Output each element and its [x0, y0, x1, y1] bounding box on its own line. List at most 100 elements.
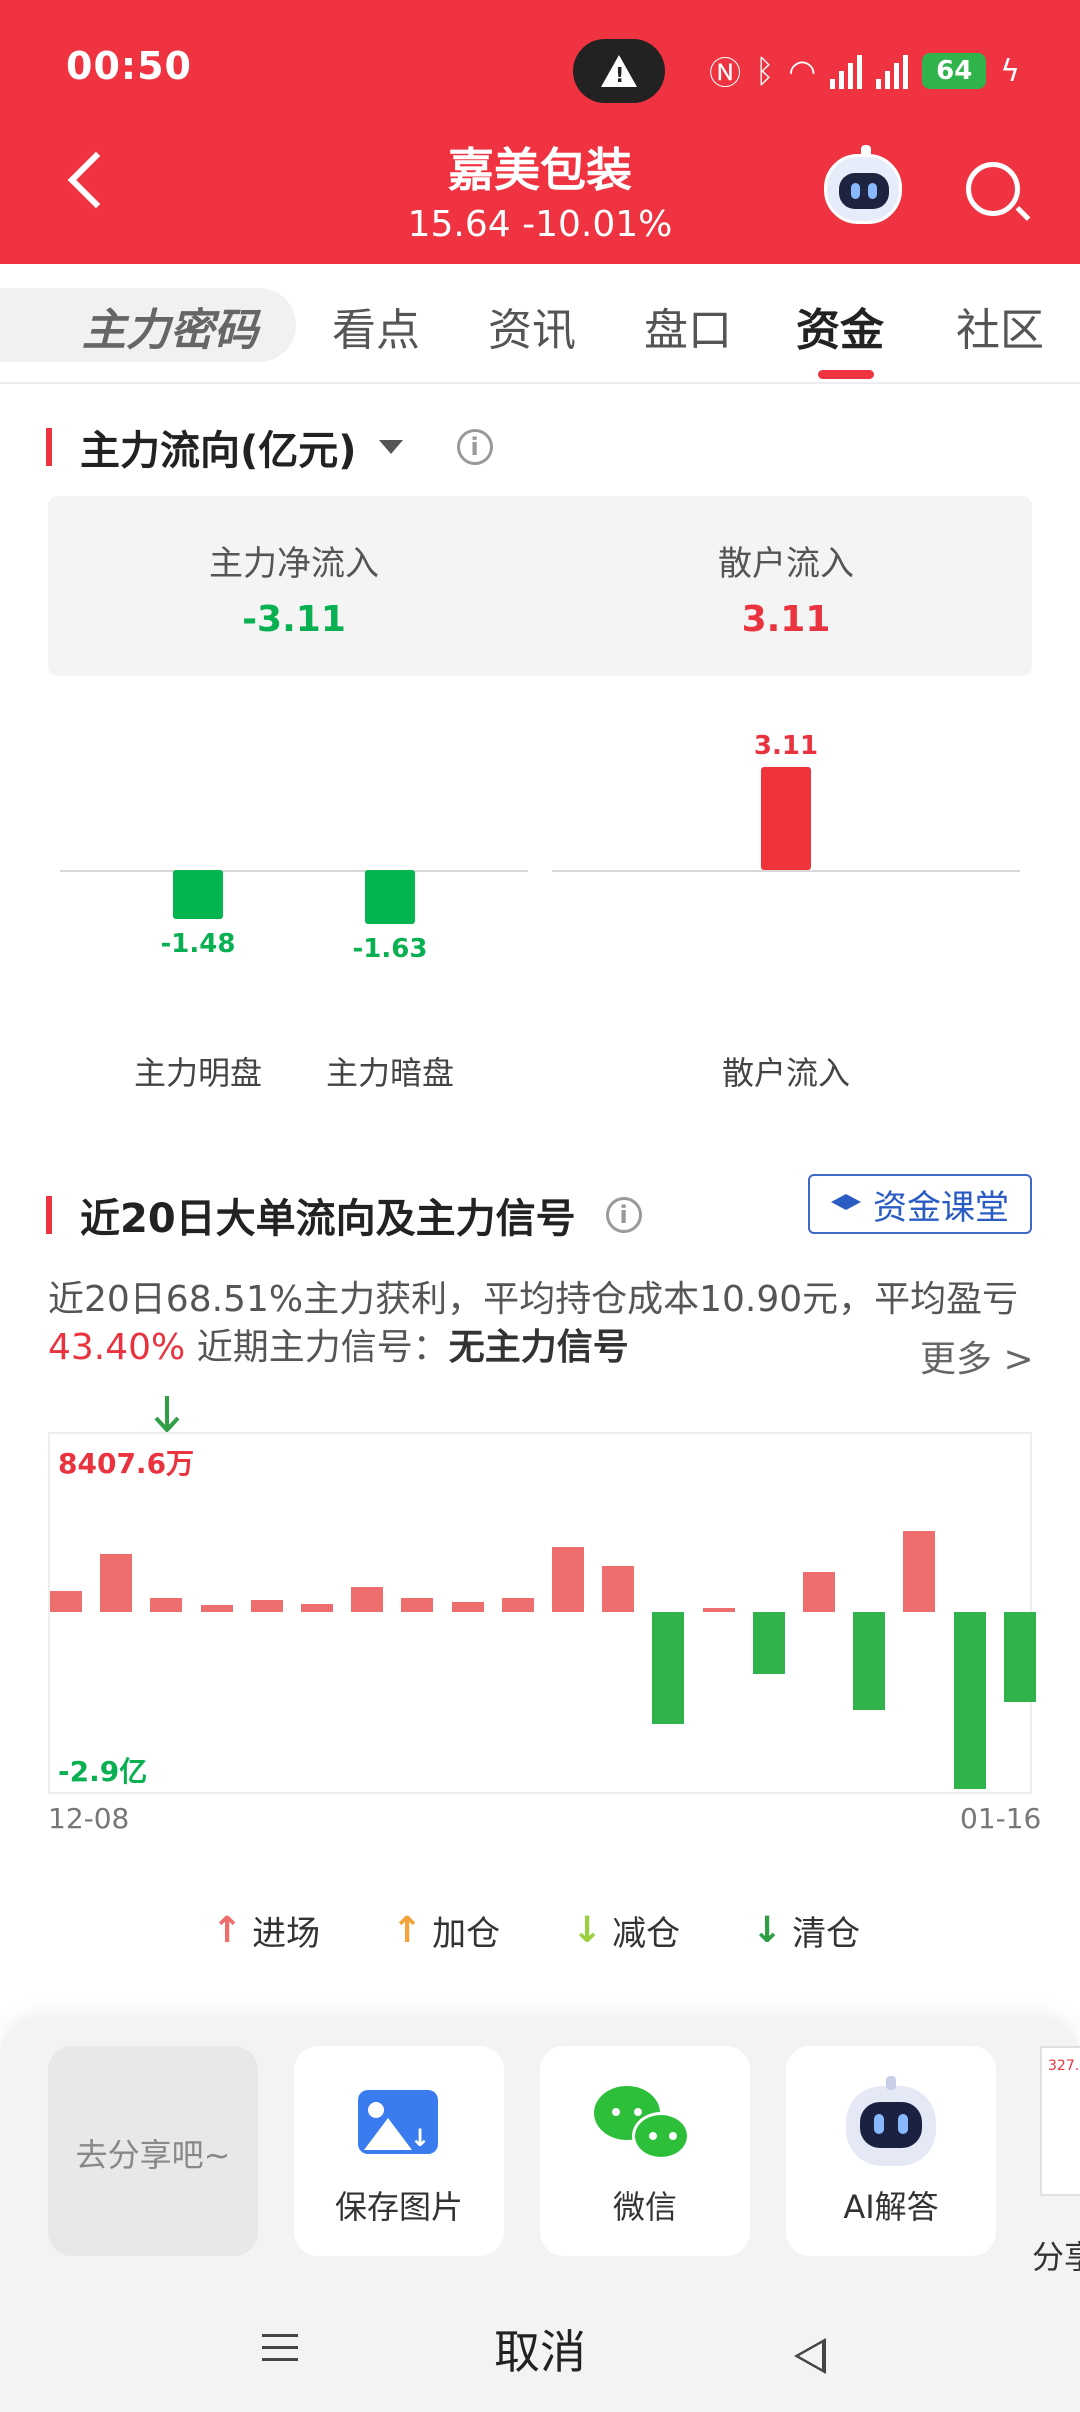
legend-entry: ↑ 加仓 [392, 1906, 500, 1955]
desc-mid: 近期主力信号： [185, 1327, 449, 1368]
share-thumbnail-text: 327.6 [1048, 2058, 1080, 2074]
tab-highlights[interactable]: 看点 [332, 294, 420, 358]
main-hidden-label: 主力暗盘 [325, 1054, 454, 1092]
retail-inflow-value: 3.11 [753, 731, 819, 762]
daily-flow-bar [702, 1607, 735, 1612]
search-icon[interactable] [966, 162, 1020, 216]
daily-flow-bar [853, 1612, 886, 1710]
chart-min-label: -2.9亿 [58, 1755, 148, 1788]
chart-max-label: 8407.6万 [58, 1447, 195, 1480]
desc-prefix: 近20日68.51%主力获利，平均持仓成本10.90元，平均盈亏 [48, 1279, 1019, 1320]
tab-community[interactable]: 社区 [956, 294, 1044, 358]
daily-flow-bar [50, 1591, 82, 1612]
tab-bar: 主力密码 看点 资讯 盘口 资金 社区 [0, 264, 1080, 384]
stock-quote: 15.64 -10.01% [407, 204, 673, 245]
legend-entry: ↑ 进场 [212, 1906, 320, 1955]
daily-flow-bar [501, 1598, 534, 1612]
flow-section-title[interactable]: 主力流向(亿元) [80, 418, 357, 476]
main-explicit-value: -1.48 [160, 928, 236, 959]
tab-main-code[interactable]: 主力密码 [82, 294, 258, 358]
legend-label: 进场 [252, 1914, 321, 1954]
ai-robot-icon[interactable] [824, 145, 902, 224]
nfc-icon: Ⓝ [709, 54, 742, 92]
navigation-bar: 取消 [0, 2290, 1080, 2400]
dropdown-icon[interactable] [378, 440, 403, 454]
flow-bar-chart: -1.48 主力明盘 -1.63 主力暗盘 3.11 散户流入 [0, 700, 1080, 1100]
wechat-button[interactable]: 微信 [540, 2046, 750, 2256]
share-placeholder-label: 去分享吧~ [75, 2136, 231, 2174]
wifi-icon: ◠ [788, 52, 817, 90]
ai-robot-icon [846, 2076, 936, 2166]
save-image-icon: ↓ [358, 2090, 438, 2154]
flow-axis-retail [552, 870, 1020, 872]
nav-back-icon[interactable] [794, 2338, 826, 2374]
charging-icon: ϟ [1000, 53, 1020, 89]
daily-flow-bar [200, 1605, 233, 1612]
daily-flow-bar [451, 1602, 484, 1612]
daily-flow-bar [100, 1554, 133, 1612]
wechat-label: 微信 [612, 2188, 677, 2226]
retail-inflow-value: 3.11 [741, 599, 831, 640]
main-net-inflow-value: -3.11 [242, 599, 346, 640]
signal-section-title: 近20日大单流向及主力信号 [80, 1196, 576, 1242]
daily-flow-bar [803, 1571, 835, 1612]
main-net-inflow-label: 主力净流入 [209, 544, 379, 584]
signal-down-arrow-icon [154, 1396, 180, 1433]
legend-label: 清仓 [792, 1914, 861, 1954]
funds-class-button[interactable]: 资金课堂 [808, 1174, 1032, 1234]
up-arrow-icon: ↑ [392, 1910, 423, 1951]
signal-icon-2 [876, 53, 909, 89]
ai-answer-button[interactable]: AI解答 [786, 2046, 996, 2256]
legend-label: 加仓 [432, 1914, 501, 1954]
daily-flow-bar [250, 1599, 283, 1612]
flow-section-header: 主力流向(亿元) i [46, 418, 493, 476]
battery-icon: 64 [922, 53, 987, 89]
legend-entry: ↓ 减仓 [572, 1906, 680, 1955]
info-icon[interactable]: i [456, 429, 493, 465]
share-thumbnail[interactable]: 327.6 [1040, 2046, 1080, 2196]
more-link[interactable]: 更多 > [920, 1330, 1034, 1382]
daily-flow-bar [953, 1612, 986, 1789]
save-image-label: 保存图片 [334, 2188, 463, 2226]
twenty-day-chart: 8407.6万 -2.9亿 [48, 1432, 1036, 1794]
daily-flow-bar [652, 1612, 685, 1724]
x-start-label: 12-08 [48, 1802, 130, 1835]
daily-flow-bar [552, 1547, 584, 1612]
share-placeholder-tile: 去分享吧~ [48, 2046, 258, 2256]
signal-section-header: 近20日大单流向及主力信号 i [46, 1186, 642, 1244]
active-tab-indicator [818, 370, 874, 379]
retail-inflow-label: 散户流入 [721, 1054, 850, 1092]
alert-icon[interactable]: ! [573, 39, 666, 103]
tab-orderbook[interactable]: 盘口 [644, 294, 732, 358]
info-icon[interactable]: i [605, 1197, 642, 1233]
daily-flow-bar [401, 1598, 434, 1612]
funds-class-label: 资金课堂 [873, 1187, 1009, 1228]
legend-entry: ↓ 清仓 [752, 1906, 860, 1955]
daily-flow-bar [301, 1603, 333, 1612]
retail-inflow-bar [761, 767, 811, 870]
signal-description: 近20日68.51%主力获利，平均持仓成本10.90元，平均盈亏 43.40% 近… [48, 1276, 1038, 1372]
daily-flow-bar [903, 1530, 936, 1612]
bluetooth-icon: ᛒ [755, 52, 775, 90]
signal-icon [830, 53, 863, 89]
daily-flow-bar [150, 1598, 183, 1612]
flow-axis-main [60, 870, 528, 872]
wechat-icon [594, 2086, 694, 2166]
app-header: 00:50 ! Ⓝ ᛒ ◠ 64 ϟ 嘉美包装 15.64 -10.01% [0, 0, 1080, 264]
cancel-button[interactable]: 取消 [0, 2316, 1080, 2382]
save-image-button[interactable]: ↓ 保存图片 [294, 2046, 504, 2256]
up-arrow-icon: ↑ [212, 1910, 243, 1951]
stock-name: 嘉美包装 [448, 143, 632, 197]
tab-news[interactable]: 资讯 [488, 294, 576, 358]
x-end-label: 01-16 [960, 1802, 1042, 1835]
graduation-cap-icon [831, 1194, 861, 1210]
status-icons: ! Ⓝ ᛒ ◠ 64 ϟ [573, 36, 1020, 106]
main-explicit-bar [173, 870, 223, 919]
flow-summary: 主力净流入 -3.11 散户流入 3.11 [48, 496, 1032, 676]
status-time: 00:50 [66, 44, 192, 88]
tab-funds[interactable]: 资金 [796, 294, 884, 358]
desc-signal: 无主力信号 [448, 1327, 629, 1368]
legend-label: 减仓 [612, 1914, 681, 1954]
share-label[interactable]: 分享 [1032, 2232, 1080, 2278]
daily-flow-bar [602, 1566, 635, 1612]
